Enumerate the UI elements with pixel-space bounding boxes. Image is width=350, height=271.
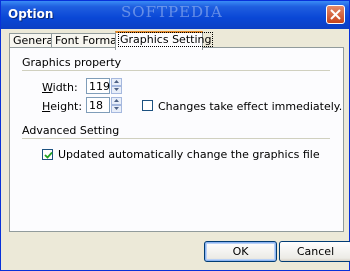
height-spinner[interactable]: 18: [86, 97, 124, 113]
height-up-button[interactable]: [111, 97, 122, 105]
tab-general-label: General: [13, 34, 57, 47]
advanced-setting-heading: Advanced Setting: [22, 124, 120, 137]
immediate-checkbox[interactable]: [142, 100, 153, 111]
width-input[interactable]: 119: [86, 78, 110, 94]
immediate-label: Changes take effect immediately.: [158, 100, 343, 113]
width-spin-buttons: [111, 78, 122, 94]
close-icon: [330, 9, 341, 20]
graphics-setting-panel: Graphics property Width: 119 Height: 18: [9, 47, 344, 232]
tab-general[interactable]: General: [9, 33, 57, 48]
tab-font-format-label: Font Format: [55, 34, 122, 47]
dialog-title: Option: [8, 7, 54, 21]
height-label: Height:: [42, 100, 83, 113]
auto-update-label: Updated automatically change the graphic…: [58, 148, 320, 161]
advanced-setting-divider: [22, 138, 330, 139]
option-dialog: Option SOFTPEDIA General Font Format Gra…: [0, 0, 350, 271]
graphics-property-divider: [22, 70, 330, 71]
graphics-property-heading: Graphics property: [22, 56, 122, 69]
ok-button[interactable]: OK: [204, 241, 277, 262]
tab-graphics-setting[interactable]: Graphics Setting: [115, 31, 214, 50]
height-down-button[interactable]: [111, 105, 122, 113]
width-down-button[interactable]: [111, 86, 122, 94]
width-spinner[interactable]: 119: [86, 78, 124, 94]
close-button[interactable]: [326, 5, 345, 24]
tab-font-format[interactable]: Font Format: [51, 33, 121, 48]
tab-graphics-setting-label: Graphics Setting: [117, 32, 214, 47]
arrow-up-icon: [114, 99, 119, 102]
width-label: Width:: [42, 81, 78, 94]
arrow-down-icon: [114, 107, 119, 110]
width-up-button[interactable]: [111, 78, 122, 86]
height-spin-buttons: [111, 97, 122, 113]
checkmark-icon: [44, 151, 53, 159]
height-input[interactable]: 18: [86, 97, 110, 113]
auto-update-checkbox[interactable]: [42, 149, 53, 160]
title-bar[interactable]: Option SOFTPEDIA: [1, 1, 349, 29]
cancel-button[interactable]: Cancel: [279, 241, 350, 262]
arrow-up-icon: [114, 80, 119, 83]
softpedia-watermark: SOFTPEDIA: [121, 3, 223, 21]
arrow-down-icon: [114, 88, 119, 91]
